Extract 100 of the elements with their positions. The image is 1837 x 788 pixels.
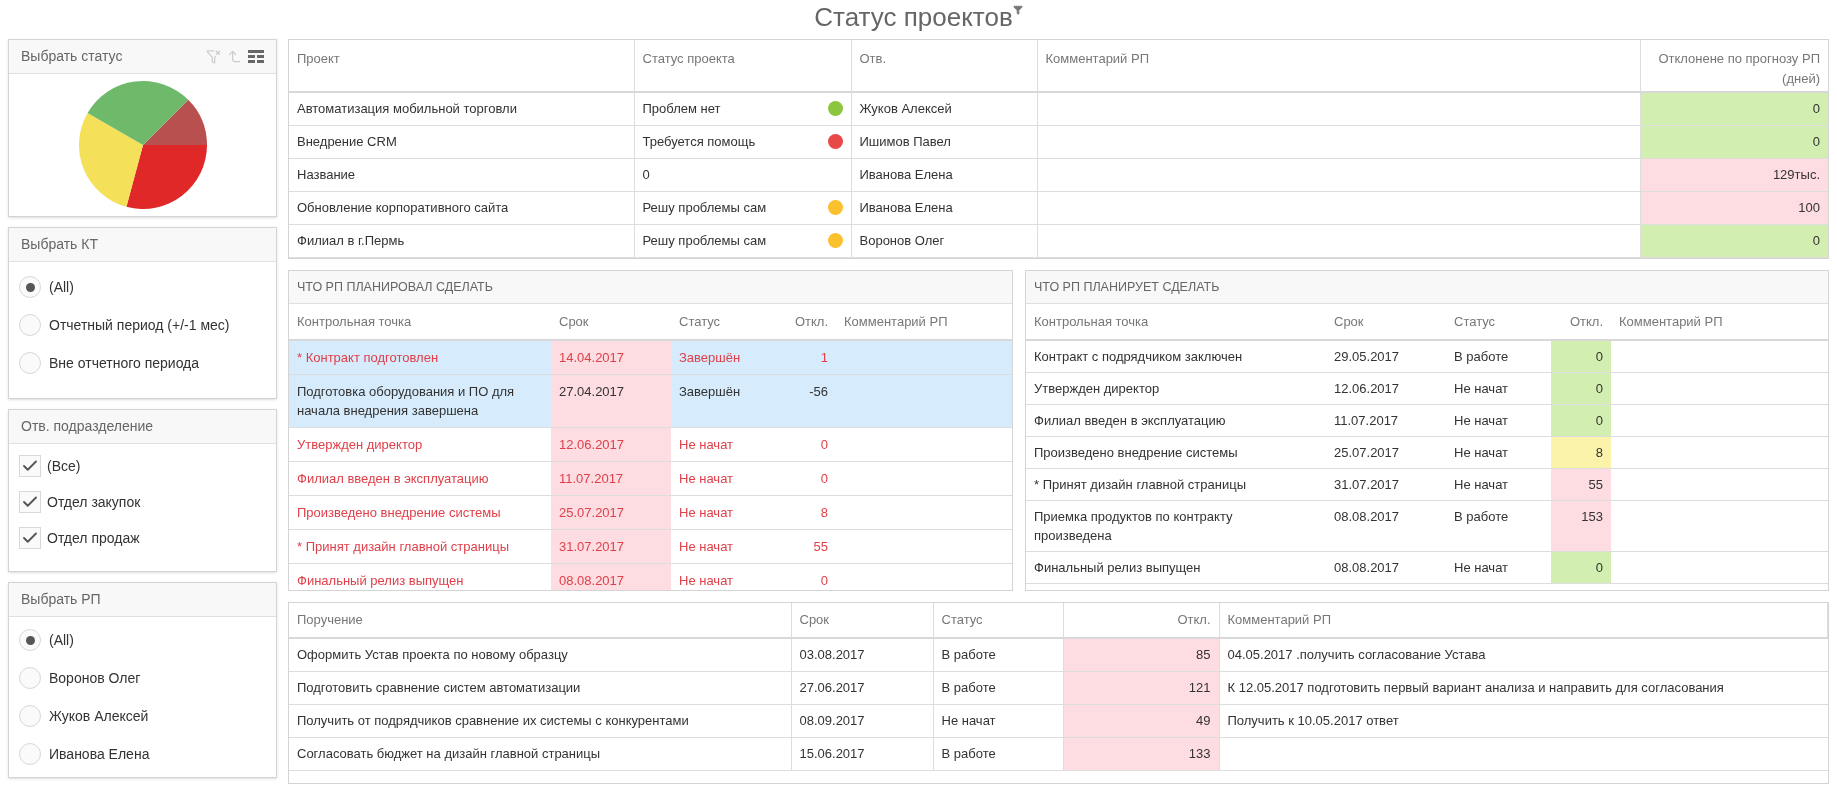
table-cell: Не начат: [933, 704, 1063, 737]
table-cell: 85: [1063, 638, 1219, 671]
table-cell: Жуков Алексей: [851, 92, 1037, 125]
table-cell: 129тыс.: [1640, 158, 1828, 191]
table-cell: 49: [1063, 704, 1219, 737]
column-header[interactable]: Контрольная точка: [1026, 304, 1326, 340]
column-header[interactable]: Срок: [551, 304, 671, 340]
table-cell: Иванова Елена: [851, 191, 1037, 224]
table-cell: Финальный релиз выпущен: [1026, 551, 1326, 584]
table-cell: 0: [1551, 372, 1611, 405]
column-header[interactable]: Комментарий РП: [1037, 40, 1640, 92]
panel-title: ЧТО РП ПЛАНИРОВАЛ СДЕЛАТЬ: [297, 278, 493, 296]
table-cell: 04.05.2017 .получить согласование Устава: [1219, 638, 1828, 671]
table-cell: Не начат: [1446, 404, 1551, 437]
table-cell: Ишимов Павел: [851, 125, 1037, 158]
checkbox[interactable]: [19, 491, 41, 513]
table-cell: Автоматизация мобильной торговли: [289, 92, 634, 125]
column-header[interactable]: Срок: [791, 603, 933, 638]
table-cell: Не начат: [1446, 372, 1551, 405]
table-cell: * Принят дизайн главной страницы: [1026, 468, 1326, 501]
option-label: Иванова Елена: [49, 744, 150, 764]
table-cell: Внедрение CRM: [289, 125, 634, 158]
column-header[interactable]: Комментарий РП: [836, 304, 1012, 340]
table-cell: В работе: [1446, 500, 1551, 552]
table-cell: 0: [1551, 551, 1611, 584]
column-header[interactable]: Поручение: [289, 603, 791, 638]
column-header[interactable]: Статус: [671, 304, 781, 340]
radio-button[interactable]: [19, 352, 41, 374]
radio-button[interactable]: [19, 314, 41, 336]
table-cell: Не начат: [1446, 468, 1551, 501]
table-cell[interactable]: Произведено внедрение системы: [289, 495, 551, 530]
table-cell: 0: [781, 427, 836, 462]
table-cell: 03.08.2017: [791, 638, 933, 671]
table-cell: Получить от подрядчиков сравнение их системы с конкурентами: [289, 704, 791, 737]
radio-button[interactable]: [19, 667, 41, 689]
radio-button[interactable]: [19, 705, 41, 727]
column-header[interactable]: Отв.: [851, 40, 1037, 92]
table-cell: Контракт с подрядчиком заключен: [1026, 340, 1326, 373]
radio-button[interactable]: [19, 743, 41, 765]
column-header[interactable]: Статус проекта: [634, 40, 851, 92]
panel-title: Выбрать КТ: [21, 235, 98, 254]
table-cell: 55: [781, 529, 836, 564]
table-cell[interactable]: Финальный релиз выпущен: [289, 563, 551, 590]
table-cell: 0: [1640, 125, 1828, 158]
table-cell: 0: [781, 461, 836, 496]
table-cell: К 12.05.2017 подготовить первый вариант анализа и направить для согласования: [1219, 671, 1828, 704]
table-cell: В работе: [933, 671, 1063, 704]
table-cell: 133: [1063, 737, 1219, 770]
table-cell: Получить к 10.05.2017 ответ: [1219, 704, 1828, 737]
table-icon[interactable]: [248, 50, 264, 63]
table-cell: Приемка продуктов по контракту произведена: [1026, 500, 1326, 552]
option-label: (Все): [47, 456, 81, 476]
table-cell: 0: [1640, 224, 1828, 257]
column-header[interactable]: Откл.: [781, 304, 836, 340]
table-cell: 25.07.2017: [551, 495, 671, 530]
table-cell: 27.04.2017: [551, 374, 671, 428]
table-cell: Не начат: [1446, 551, 1551, 584]
table-cell: 121: [1063, 671, 1219, 704]
table-cell: 31.07.2017: [1326, 468, 1446, 501]
table-cell: 25.07.2017: [1326, 436, 1446, 469]
column-header[interactable]: Статус: [1446, 304, 1551, 340]
page-title: Статус проектов: [814, 1, 1013, 34]
column-header[interactable]: Срок: [1326, 304, 1446, 340]
checkbox[interactable]: [19, 527, 41, 549]
table-cell: В работе: [933, 737, 1063, 770]
table-cell: -56: [781, 374, 836, 428]
checkbox[interactable]: [19, 455, 41, 477]
column-header[interactable]: Статус: [933, 603, 1063, 638]
table-cell: 08.08.2017: [1326, 500, 1446, 552]
table-cell[interactable]: Подготовка оборудования и ПО для начала внедрения завершена: [289, 374, 551, 428]
table-cell: 0: [1551, 404, 1611, 437]
table-cell: Подготовить сравнение систем автоматизации: [289, 671, 791, 704]
column-header[interactable]: Комментарий РП: [1219, 603, 1828, 638]
table-cell[interactable]: * Контракт подготовлен: [289, 340, 551, 375]
column-header[interactable]: Откл.: [1063, 603, 1219, 638]
option-label: Жуков Алексей: [49, 706, 149, 726]
option-label: Воронов Олег: [49, 668, 141, 688]
column-header[interactable]: Откл.: [1551, 304, 1611, 340]
table-cell: Завершён: [671, 374, 781, 428]
panel-title: Отв. подразделение: [21, 417, 154, 436]
table-cell: 08.08.2017: [1326, 551, 1446, 584]
table-cell: Не начат: [671, 529, 781, 564]
filter-icon[interactable]: [1012, 5, 1023, 15]
table-cell: 12.06.2017: [1326, 372, 1446, 405]
table-cell: В работе: [933, 638, 1063, 671]
option-label: (All): [49, 277, 74, 297]
table-cell: 0: [1551, 340, 1611, 373]
column-header[interactable]: Отклонене по прогнозу РП (дней): [1640, 40, 1828, 92]
column-header[interactable]: Комментарий РП: [1611, 304, 1828, 340]
column-header[interactable]: Проект: [289, 40, 634, 92]
table-cell: Иванова Елена: [851, 158, 1037, 191]
table-cell[interactable]: Филиал введен в эксплуатацию: [289, 461, 551, 496]
column-header[interactable]: Контрольная точка: [289, 304, 551, 340]
radio-button[interactable]: [19, 276, 41, 298]
panel-title: Выбрать РП: [21, 590, 101, 609]
option-label: Отдел закупок: [47, 492, 141, 512]
table-cell: Воронов Олег: [851, 224, 1037, 257]
table-cell[interactable]: * Принят дизайн главной страницы: [289, 529, 551, 564]
radio-button[interactable]: [19, 629, 41, 651]
table-cell[interactable]: Утвержден директор: [289, 427, 551, 462]
